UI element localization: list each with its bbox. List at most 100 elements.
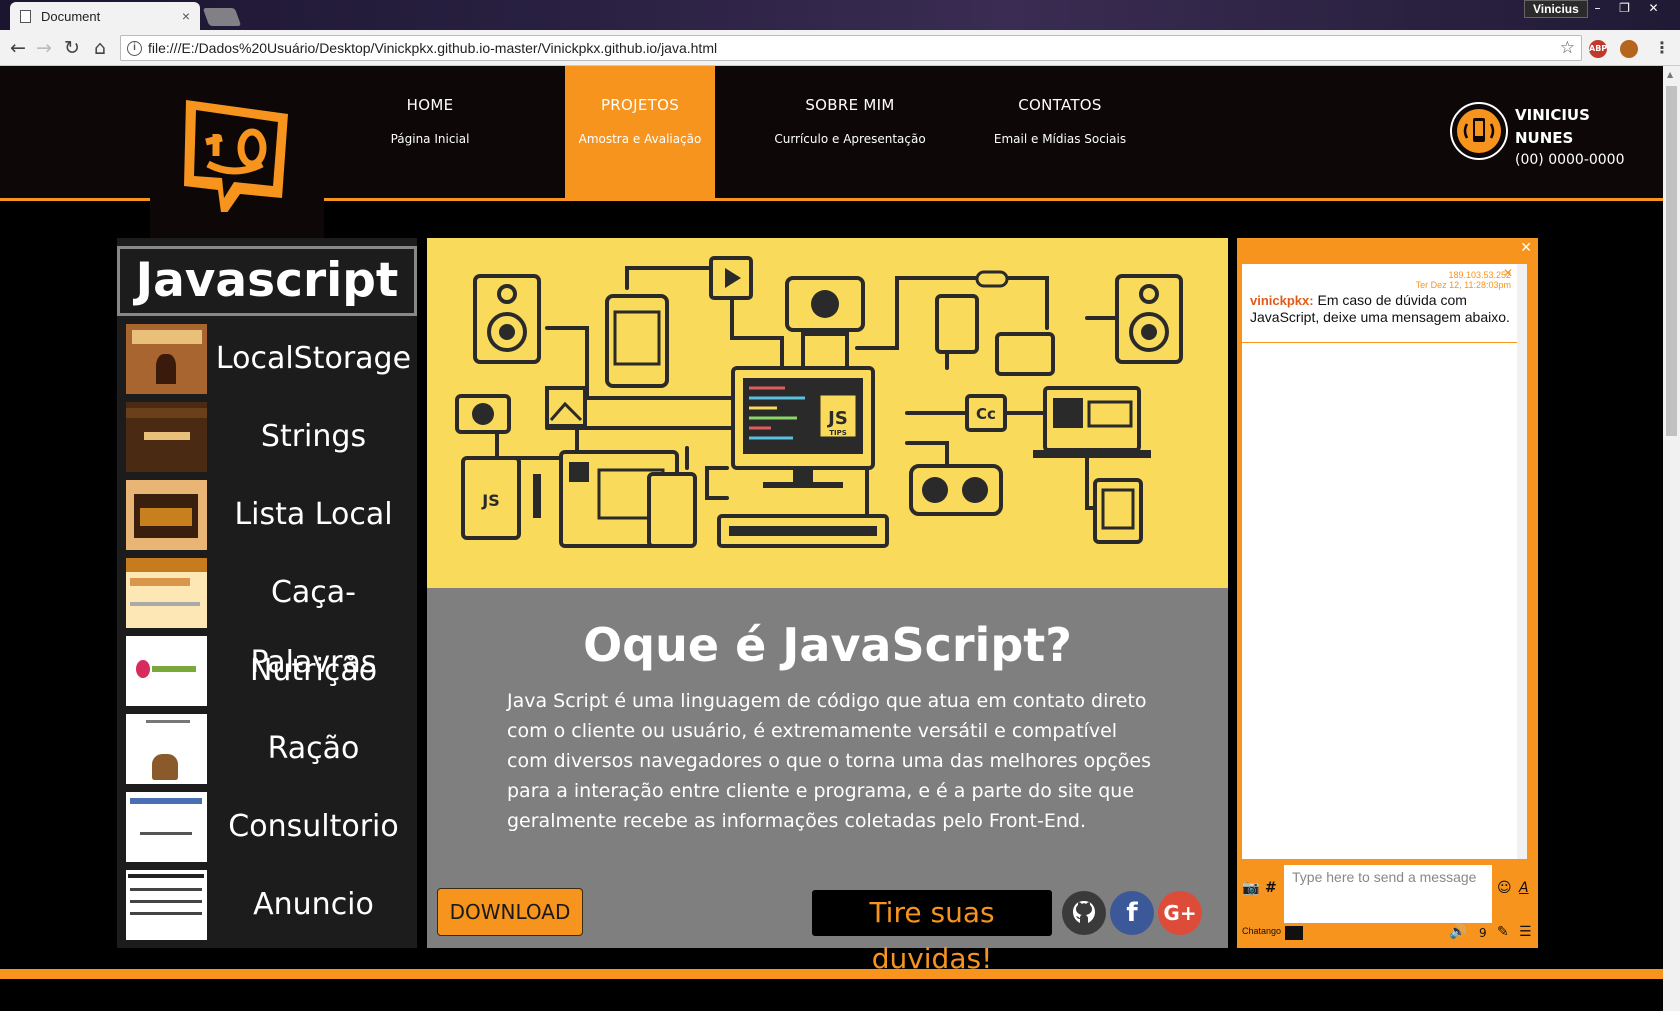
extension-icon[interactable] xyxy=(1620,40,1638,58)
scroll-thumb[interactable] xyxy=(1666,86,1677,436)
page-viewport: HOME Página Inicial PROJETOS Amostra e A… xyxy=(0,66,1663,1011)
contact-name: VINICIUS NUNES xyxy=(1515,106,1590,147)
back-icon[interactable]: ← xyxy=(6,36,30,60)
chat-close-icon[interactable]: ✕ xyxy=(1520,240,1532,256)
nutricao-thumbnail xyxy=(126,636,207,706)
google-plus-icon[interactable]: G+ xyxy=(1158,891,1202,935)
browser-toolbar: ← → ↻ ⌂ i file:///E:/Dados%20Usuário/Des… xyxy=(0,30,1680,66)
sidebar-item-anuncio[interactable]: Anuncio xyxy=(126,870,416,940)
login-icon[interactable]: ✎ xyxy=(1497,924,1509,940)
sidebar-label: Ração xyxy=(267,731,360,766)
chat-scrollbar[interactable] xyxy=(1517,264,1527,859)
chat-input[interactable]: Type here to send a message xyxy=(1284,865,1492,923)
nav-home-subtitle: Página Inicial xyxy=(390,132,470,146)
home-icon[interactable]: ⌂ xyxy=(88,36,112,60)
nav-sobre-mim[interactable]: SOBRE MIM Currículo e Apresentação xyxy=(760,66,940,201)
contact-block: VINICIUS NUNES (00) 0000-0000 xyxy=(1450,102,1650,172)
sidebar-label: LocalStorage xyxy=(215,341,412,376)
project-sidebar: Javascript LocalStorage Strings Lista Lo… xyxy=(117,238,417,948)
chatango-brand[interactable]: Chatango xyxy=(1242,926,1281,936)
tab-title: Document xyxy=(41,8,101,24)
online-count: 9 xyxy=(1479,926,1487,940)
chat-widget: ✕ ✕ 189.103.53.252 Ter Dez 12, 11:28:03p… xyxy=(1237,238,1538,948)
profile-button[interactable]: Vinicius xyxy=(1524,0,1588,18)
localstorage-thumbnail xyxy=(126,324,207,394)
sidebar-label: Anuncio xyxy=(253,887,374,922)
cc-badge: Cc xyxy=(976,405,996,423)
nav-contatos-subtitle: Email e Mídias Sociais xyxy=(993,132,1127,146)
sidebar-item-strings[interactable]: Strings xyxy=(126,402,416,472)
info-icon[interactable]: i xyxy=(127,40,142,56)
chat-message-area[interactable]: ✕ 189.103.53.252 Ter Dez 12, 11:28:03pm … xyxy=(1242,264,1527,859)
restore-icon[interactable]: ❐ xyxy=(1611,0,1638,18)
reload-icon[interactable]: ↻ xyxy=(60,36,84,60)
message-ip: 189.103.53.252 xyxy=(1448,270,1511,280)
contact-phone: (00) 0000-0000 xyxy=(1515,152,1625,168)
questions-banner: Tire suas duvidas! xyxy=(812,890,1052,975)
main-content-card: JS TIPS Cc JS Oque é JavaScript? Java Sc… xyxy=(427,238,1228,975)
page-scrollbar[interactable]: ▲ xyxy=(1663,66,1680,1011)
text-style-icon[interactable]: A xyxy=(1519,880,1529,896)
sidebar-label: Lista Local xyxy=(234,497,393,532)
nav-contatos-title: CONTATOS xyxy=(1018,96,1102,114)
svg-text:JS: JS xyxy=(481,491,499,510)
address-bar[interactable]: i file:///E:/Dados%20Usuário/Desktop/Vin… xyxy=(120,35,1582,61)
nav-home-title: HOME xyxy=(406,96,454,114)
nav-contatos[interactable]: CONTATOS Email e Mídias Sociais xyxy=(975,66,1145,201)
main-description: Java Script é uma linguagem de código qu… xyxy=(507,690,1152,832)
main-title: Oque é JavaScript? xyxy=(583,618,1072,672)
chat-menu-icon[interactable]: ☰ xyxy=(1519,924,1532,940)
hero-illustration: JS TIPS Cc JS xyxy=(427,238,1228,588)
sidebar-label: Caça-Palavras xyxy=(250,575,377,680)
sidebar-item-racao[interactable]: Ração xyxy=(126,714,416,784)
sidebar-label: Consultorio xyxy=(228,809,399,844)
tab-close-icon[interactable]: × xyxy=(182,8,190,24)
anuncio-thumbnail xyxy=(126,870,207,940)
sidebar-item-caca-palavras[interactable]: Caça-Palavras xyxy=(126,558,416,680)
js-badge-sub: TIPS xyxy=(829,429,847,437)
volume-icon[interactable]: 🔊 xyxy=(1449,924,1466,940)
devices-illustration-icon: JS TIPS Cc JS xyxy=(455,256,1183,548)
js-badge: JS xyxy=(826,408,848,429)
nav-home[interactable]: HOME Página Inicial xyxy=(355,66,505,201)
footer-bar xyxy=(0,969,1663,979)
adblock-icon[interactable]: ABP xyxy=(1589,40,1607,58)
nav-projetos-subtitle: Amostra e Avaliação xyxy=(578,132,702,146)
consultorio-thumbnail xyxy=(126,792,207,862)
logo[interactable] xyxy=(150,66,324,240)
github-icon[interactable] xyxy=(1062,891,1106,935)
sidebar-item-consultorio[interactable]: Consultorio xyxy=(126,792,416,862)
facebook-icon[interactable]: f xyxy=(1110,891,1154,935)
camera-icon[interactable]: 📷 xyxy=(1242,880,1259,896)
download-button[interactable]: DOWNLOAD xyxy=(437,888,583,936)
phone-icon xyxy=(1450,102,1508,160)
minimize-icon[interactable]: – xyxy=(1584,0,1611,18)
chat-username[interactable]: vinickpkx: xyxy=(1250,293,1314,308)
sidebar-item-nutricao[interactable]: Nutrição xyxy=(126,636,416,706)
message-meta: 189.103.53.252 Ter Dez 12, 11:28:03pm xyxy=(1416,270,1511,290)
caca-palavras-thumbnail xyxy=(126,558,207,628)
browser-titlebar: Document × Vinicius – ❐ ✕ xyxy=(0,0,1680,30)
scroll-up-icon[interactable]: ▲ xyxy=(1667,70,1673,79)
sidebar-item-lista-local[interactable]: Lista Local xyxy=(126,480,416,550)
chat-bubble-icon xyxy=(1285,926,1303,940)
close-window-icon[interactable]: ✕ xyxy=(1640,0,1667,18)
message-time: Ter Dez 12, 11:28:03pm xyxy=(1415,280,1511,290)
chat-bubble-logo-icon xyxy=(184,100,288,212)
forward-icon[interactable]: → xyxy=(32,36,56,60)
bookmark-star-icon[interactable]: ☆ xyxy=(1560,38,1575,58)
browser-tab[interactable]: Document × xyxy=(10,2,200,30)
hashtag-icon[interactable]: # xyxy=(1265,880,1277,896)
nav-projetos-title: PROJETOS xyxy=(600,96,680,114)
nav-projetos[interactable]: PROJETOS Amostra e Avaliação xyxy=(565,66,715,201)
lista-local-thumbnail xyxy=(126,480,207,550)
menu-icon[interactable]: ⋮ xyxy=(1654,38,1670,57)
new-tab-button[interactable] xyxy=(202,8,242,26)
sidebar-title: Javascript xyxy=(117,246,417,316)
racao-thumbnail xyxy=(126,714,207,784)
speaker-left xyxy=(473,274,541,364)
sidebar-label: Strings xyxy=(260,419,367,454)
nav-sobre-title: SOBRE MIM xyxy=(805,96,895,114)
sidebar-item-localstorage[interactable]: LocalStorage xyxy=(126,324,416,394)
emoji-icon[interactable]: ☺ xyxy=(1497,880,1512,896)
